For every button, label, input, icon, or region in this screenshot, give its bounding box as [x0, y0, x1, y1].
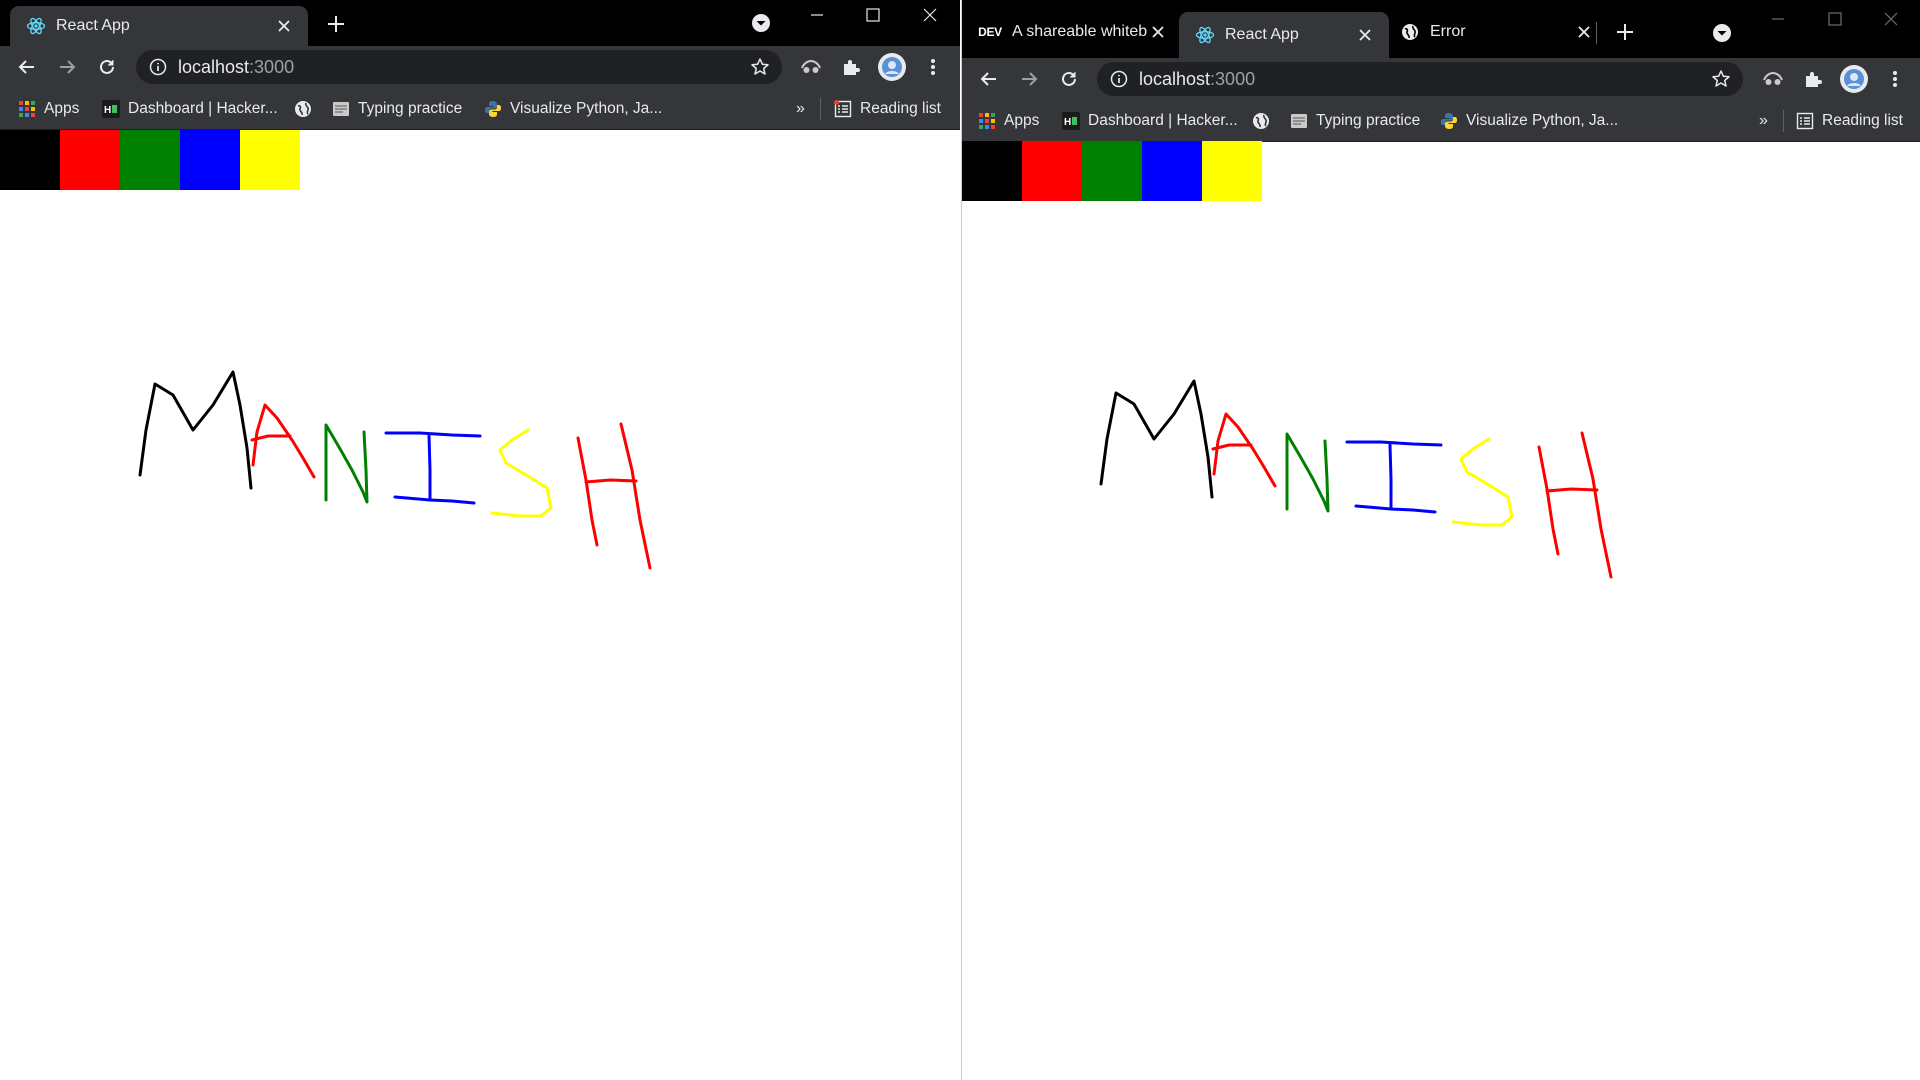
stroke-letter-a [251, 403, 316, 479]
stroke-letter-m [1099, 379, 1214, 499]
stroke-letter-a [1212, 412, 1277, 488]
stroke-letter-n [324, 423, 369, 504]
stroke-letter-i-top [384, 431, 482, 438]
stroke-letter-m [138, 370, 253, 490]
stroke-letter-i-bottom [1354, 504, 1437, 514]
drawing-canvas[interactable] [962, 0, 1920, 1080]
stroke-letter-h-left [576, 436, 599, 547]
stroke-letter-i-top [1345, 440, 1443, 447]
browser-window-right: DEV A shareable whiteb React App Error l… [961, 0, 1920, 1080]
stroke-letter-h-right [619, 422, 652, 570]
stroke-letter-s [1451, 437, 1514, 527]
stroke-letter-h-left [1537, 445, 1560, 556]
browser-window-left: React App localhost:3000 Apps H Dashboa… [0, 0, 960, 1080]
stroke-letter-i-stem [427, 434, 432, 502]
stroke-letter-h-bar [1545, 487, 1599, 493]
drawing-canvas[interactable] [0, 0, 960, 1080]
stroke-letter-s [490, 428, 553, 518]
desktop: React App localhost:3000 Apps H Dashboa… [0, 0, 1920, 1080]
stroke-letter-h-bar [584, 478, 638, 484]
stroke-letter-i-stem [1388, 443, 1393, 511]
stroke-letter-n [1285, 432, 1330, 513]
stroke-letter-i-bottom [393, 495, 476, 505]
stroke-letter-h-right [1580, 431, 1613, 579]
